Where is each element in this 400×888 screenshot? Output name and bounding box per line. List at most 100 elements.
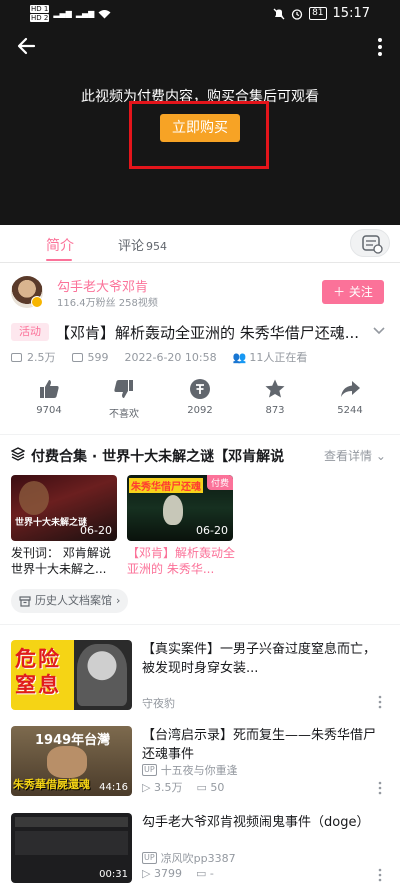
thumbnail-figure (15, 831, 128, 855)
layers-icon (11, 447, 25, 461)
favorite-button[interactable]: 873 (245, 378, 305, 416)
dislike-button[interactable]: 不喜欢 (94, 378, 154, 420)
duration: 06-20 (80, 524, 112, 537)
more-vertical-icon[interactable] (374, 781, 386, 795)
divider (0, 624, 400, 625)
chevron-right-icon: › (116, 594, 121, 607)
wifi-icon (98, 9, 111, 18)
signal-icon: ▂▄▆ (53, 9, 72, 18)
tab-intro[interactable]: 简介 (46, 235, 74, 255)
thumbnail-figure (15, 817, 128, 827)
related-stats: ▷ 3.5万 ▭ 50 (142, 781, 225, 794)
thumbnail-figure (19, 481, 49, 515)
thumbnail-text: 朱秀华借尸还魂 (129, 478, 203, 493)
highlight-box (129, 101, 269, 169)
battery-indicator: 81 (309, 7, 327, 20)
related-video-item[interactable]: 1949年台灣 朱秀華借屍還魂 44:16 【台湾启示录】死而复生——朱秀华借尸… (0, 726, 400, 814)
thumb-up-icon (40, 380, 59, 398)
publish-date: 2022-6-20 10:58 (124, 350, 217, 364)
collection-details-label: 查看详情 (324, 449, 373, 463)
collection-details-link[interactable]: 查看详情 ⌄ (324, 447, 386, 464)
uploader-name[interactable]: 勾手老大爷邓肯 (57, 276, 148, 295)
danmaku-toggle-button[interactable] (350, 229, 390, 257)
danmaku-count: 599 (87, 350, 109, 364)
follow-button[interactable]: ＋ 关注 (322, 280, 384, 304)
star-icon (265, 379, 285, 398)
uploader-name: 守夜豹 (142, 697, 175, 710)
view-count: 3799 (153, 867, 182, 880)
danmaku-count: - (209, 867, 214, 880)
related-title: 【台湾启示录】死而复生——朱秀华借尸还魂事件 (142, 728, 377, 762)
tab-comments-label: 评论 (118, 239, 145, 254)
coin-button[interactable]: 2092 (170, 378, 230, 416)
status-bar: HD 1 HD 2 ▂▄▆ ▂▄▆ 81 15:17 (0, 0, 400, 30)
coin-count: 2092 (187, 405, 213, 416)
collection-title[interactable]: 付费合集 · 世界十大未解之谜【邓肯解说 (31, 446, 284, 466)
paid-badge: 付费 (206, 475, 233, 490)
more-vertical-icon[interactable] (372, 36, 388, 58)
favorite-count: 873 (265, 405, 285, 416)
mute-icon (273, 8, 285, 19)
danmaku-count-icon (71, 352, 83, 362)
comment-count: 954 (146, 240, 168, 253)
thumbnail-text: 危险窒息 (15, 647, 61, 697)
thumbnail-figure (47, 746, 87, 778)
duration: 44:16 (99, 782, 128, 793)
channel-chip[interactable]: 历史人文档案馆 › (11, 589, 129, 613)
danmaku-count: 50 (210, 781, 225, 794)
collection-item-caption[interactable]: 发刊词： 邓肯解说世界十大未解之... (11, 545, 121, 577)
view-count: 2.5万 (27, 351, 56, 364)
duration: 06-20 (196, 524, 228, 537)
activity-tag[interactable]: 活动 (11, 323, 49, 341)
danmaku-icon (362, 235, 383, 254)
dislike-label: 不喜欢 (109, 409, 139, 420)
share-icon (341, 381, 360, 397)
related-video-item[interactable]: 危险窒息 【真实案件】一男子兴奋过度窒息而亡，被发现时身穿女装... 守夜豹 (0, 640, 400, 728)
related-stats: ▷ 3799 ▭ - (142, 867, 214, 880)
thumbnail-subtext: 朱秀華借屍還魂 (13, 778, 90, 791)
collection-thumbnail[interactable]: 朱秀华借尸还魂 付费 06-20 (127, 475, 233, 541)
watching-count: 11人正在看 (249, 351, 308, 364)
related-uploader: 守夜豹 (142, 695, 175, 711)
hd-indicator: HD 1 HD 2 (30, 5, 50, 22)
related-thumbnail[interactable]: 1949年台灣 朱秀華借屍還魂 44:16 (11, 726, 132, 796)
related-thumbnail[interactable]: 危险窒息 (11, 640, 132, 710)
view-count: 3.5万 (153, 781, 183, 794)
divider (0, 434, 400, 435)
like-button[interactable]: 9704 (19, 378, 79, 416)
collection-thumbnail[interactable]: 世界十大未解之谜 06-20 (11, 475, 117, 541)
coin-icon (190, 379, 210, 399)
related-thumbnail[interactable]: 00:31 (11, 813, 132, 883)
clock: 15:17 (332, 6, 370, 21)
verified-badge-icon (31, 296, 43, 308)
tab-active-indicator (46, 259, 72, 261)
related-uploader: UP 十五夜与你重逢 (142, 762, 238, 778)
share-count: 5244 (337, 405, 363, 416)
duration: 00:31 (99, 869, 128, 880)
uploader-stats: 116.4万粉丝 258视频 (57, 298, 158, 309)
uploader-name: 凉风吹pp3387 (160, 852, 236, 865)
uploader-name: 十五夜与你重逢 (160, 764, 238, 777)
collection-item-caption[interactable]: 【邓肯】解析轰动全亚洲的 朱秀华... (127, 545, 237, 577)
thumbnail-text: 世界十大未解之谜 (15, 518, 88, 528)
channel-name: 历史人文档案馆 (35, 594, 112, 607)
archive-icon (19, 596, 31, 607)
watching-icon: 👥 (232, 350, 247, 364)
tab-bar: 简介 评论 954 (0, 225, 400, 263)
video-meta: 2.5万 599 2022-6-20 10:58 👥 11人正在看 (11, 349, 307, 365)
alarm-icon (291, 8, 303, 20)
related-uploader: UP 凉风吹pp3387 (142, 850, 236, 866)
chevron-down-icon[interactable] (372, 324, 386, 338)
like-count: 9704 (36, 405, 62, 416)
more-vertical-icon[interactable] (374, 695, 386, 709)
tab-comments[interactable]: 评论 954 (118, 235, 167, 254)
up-tag: UP (142, 852, 157, 864)
thumbnail-figure (163, 495, 183, 525)
related-video-item[interactable]: 00:31 勾手老大爷邓肯视频闹鬼事件（doge） UP 凉风吹pp3387 ▷ … (0, 813, 400, 888)
more-vertical-icon[interactable] (374, 868, 386, 882)
signal-icon-2: ▂▄▆ (75, 9, 95, 18)
share-button[interactable]: 5244 (320, 378, 380, 416)
up-tag: UP (142, 764, 157, 776)
related-title: 【真实案件】一男子兴奋过度窒息而亡，被发现时身穿女装... (142, 642, 377, 676)
back-arrow-icon[interactable] (14, 34, 42, 58)
